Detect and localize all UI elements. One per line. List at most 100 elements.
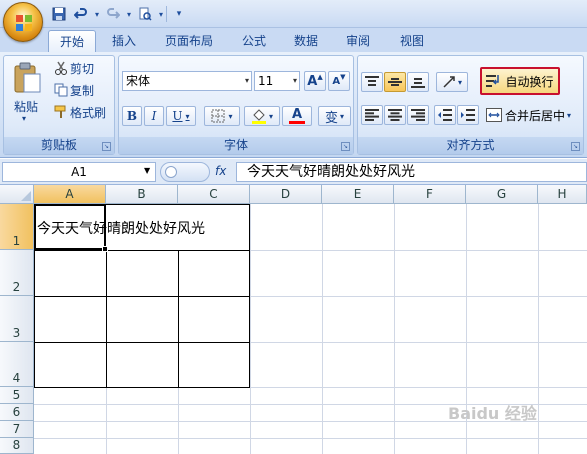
expand-circle-icon <box>165 166 177 178</box>
save-icon[interactable] <box>50 5 68 23</box>
align-middle-icon <box>388 78 402 86</box>
borders-icon <box>211 109 225 123</box>
column-header-b[interactable]: B <box>106 185 178 204</box>
fill-bucket-icon <box>251 109 266 124</box>
cut-icon[interactable] <box>54 61 68 75</box>
fill-color-button[interactable]: ▾ <box>244 106 280 126</box>
row-header-3[interactable]: 3 <box>0 296 34 342</box>
font-color-swatch <box>289 120 305 124</box>
underline-button[interactable]: U ▾ <box>166 106 196 126</box>
row-header-7[interactable]: 7 <box>0 421 34 438</box>
row-header-1[interactable]: 1 <box>0 204 34 250</box>
phonetic-guide-button[interactable]: 变 ▾ <box>318 106 351 126</box>
tab-page-layout[interactable]: 页面布局 <box>154 30 224 52</box>
column-header-a[interactable]: A <box>34 185 106 204</box>
fill-handle[interactable] <box>102 246 108 252</box>
clipboard-group: 粘贴 ▾ 剪切 复制 格式刷 剪贴板 ↘ <box>3 55 115 155</box>
active-cell-selection[interactable] <box>34 204 106 250</box>
align-bottom-button[interactable] <box>407 72 429 92</box>
underline-dropdown-icon[interactable]: ▾ <box>186 112 190 121</box>
row-header-2[interactable]: 2 <box>0 250 34 296</box>
decrease-indent-button[interactable] <box>434 105 456 125</box>
select-all-corner[interactable] <box>0 185 34 204</box>
format-painter-label[interactable]: 格式刷 <box>70 104 106 121</box>
tab-view[interactable]: 视图 <box>390 30 434 52</box>
increase-indent-icon <box>461 109 475 121</box>
merge-center-button[interactable]: 合并后居中 ▾ <box>486 105 582 125</box>
borders-dropdown-icon[interactable]: ▾ <box>228 112 232 121</box>
row-header-5[interactable]: 5 <box>0 387 34 404</box>
name-box-dropdown-icon[interactable]: ▼ <box>144 166 150 175</box>
select-all-icon <box>21 191 31 201</box>
font-size-combo[interactable]: 11 ▾ <box>254 71 300 91</box>
bold-button[interactable]: B <box>122 106 142 126</box>
font-group: 宋体 ▾ 11 ▾ A ▲ A ▼ B I U ▾ ▾ ▾ A 变 ▾ 字体 ↘ <box>118 55 354 155</box>
align-center-button[interactable] <box>384 105 406 125</box>
name-box[interactable]: A1 <box>2 162 156 182</box>
alignment-group-label: 对齐方式 <box>358 137 583 154</box>
align-top-button[interactable] <box>361 72 383 92</box>
fill-color-dropdown-icon[interactable]: ▾ <box>269 112 273 121</box>
column-header-f[interactable]: F <box>394 185 466 204</box>
tab-home[interactable]: 开始 <box>48 30 96 52</box>
alignment-group: ▾ 自动换行 合并后居中 ▾ 对齐方式 ↘ <box>357 55 584 155</box>
borders-button[interactable]: ▾ <box>204 106 240 126</box>
preview-dropdown-icon[interactable]: ▾ <box>152 5 170 23</box>
align-bottom-icon <box>411 78 425 88</box>
font-color-button[interactable]: A <box>282 106 312 126</box>
office-logo-icon <box>16 15 32 31</box>
merge-center-label: 合并后居中 <box>505 108 566 123</box>
column-header-d[interactable]: D <box>250 185 322 204</box>
row-header-8[interactable]: 8 <box>0 438 34 454</box>
font-name-dropdown-icon[interactable]: ▾ <box>245 72 249 90</box>
tab-insert[interactable]: 插入 <box>102 30 146 52</box>
paste-label[interactable]: 粘贴 <box>14 98 38 115</box>
formula-bar-splitter[interactable] <box>160 162 210 182</box>
customize-arrow-icon[interactable]: ▾ <box>170 5 188 23</box>
row-header-4[interactable]: 4 <box>0 342 34 387</box>
copy-label[interactable]: 复制 <box>70 82 94 99</box>
text-orientation-icon <box>443 76 455 88</box>
row-header-6[interactable]: 6 <box>0 404 34 421</box>
paste-icon[interactable] <box>12 62 42 94</box>
align-top-icon <box>365 76 379 86</box>
font-launcher-icon[interactable]: ↘ <box>341 142 350 151</box>
font-name-combo[interactable]: 宋体 ▾ <box>122 71 252 91</box>
wrap-text-label: 自动换行 <box>505 74 554 89</box>
clipboard-launcher-icon[interactable]: ↘ <box>102 142 111 151</box>
align-right-icon <box>411 109 425 121</box>
tab-formulas[interactable]: 公式 <box>232 30 276 52</box>
font-size-value: 11 <box>258 74 274 88</box>
office-button[interactable] <box>3 2 43 42</box>
orientation-dropdown-icon[interactable]: ▾ <box>458 78 462 87</box>
column-header-g[interactable]: G <box>466 185 538 204</box>
paste-dropdown-icon[interactable]: ▾ <box>22 114 26 123</box>
shrink-font-button[interactable]: A ▼ <box>328 71 350 91</box>
phonetic-dropdown-icon[interactable]: ▾ <box>340 112 344 121</box>
worksheet-grid[interactable]: A B C D E F G H 1 2 3 4 5 6 7 8 今天天气好晴朗处… <box>0 185 587 454</box>
format-painter-icon[interactable] <box>54 105 68 119</box>
column-header-c[interactable]: C <box>178 185 250 204</box>
increase-indent-button[interactable] <box>457 105 479 125</box>
decrease-indent-icon <box>438 109 452 121</box>
alignment-launcher-icon[interactable]: ↘ <box>571 142 580 151</box>
column-header-h[interactable]: H <box>538 185 587 204</box>
tab-data[interactable]: 数据 <box>284 30 328 52</box>
formula-input[interactable]: 今天天气好晴朗处处好风光 <box>236 162 587 182</box>
ribbon-tabs: 开始 插入 页面布局 公式 数据 审阅 视图 <box>0 28 587 52</box>
grow-font-button[interactable]: A ▲ <box>304 71 326 91</box>
insert-function-icon[interactable]: fx <box>215 164 226 178</box>
orientation-button[interactable]: ▾ <box>436 72 468 92</box>
align-middle-button[interactable] <box>384 72 406 92</box>
align-right-button[interactable] <box>407 105 429 125</box>
column-header-e[interactable]: E <box>322 185 394 204</box>
italic-button[interactable]: I <box>144 106 164 126</box>
cut-label[interactable]: 剪切 <box>70 60 94 77</box>
tab-review[interactable]: 审阅 <box>336 30 380 52</box>
merge-center-dropdown-icon[interactable]: ▾ <box>567 111 571 120</box>
copy-icon[interactable] <box>54 83 68 97</box>
font-size-dropdown-icon[interactable]: ▾ <box>293 72 297 90</box>
clipboard-group-label: 剪贴板 <box>4 137 114 154</box>
wrap-text-button[interactable]: 自动换行 <box>480 67 560 95</box>
align-left-button[interactable] <box>361 105 383 125</box>
